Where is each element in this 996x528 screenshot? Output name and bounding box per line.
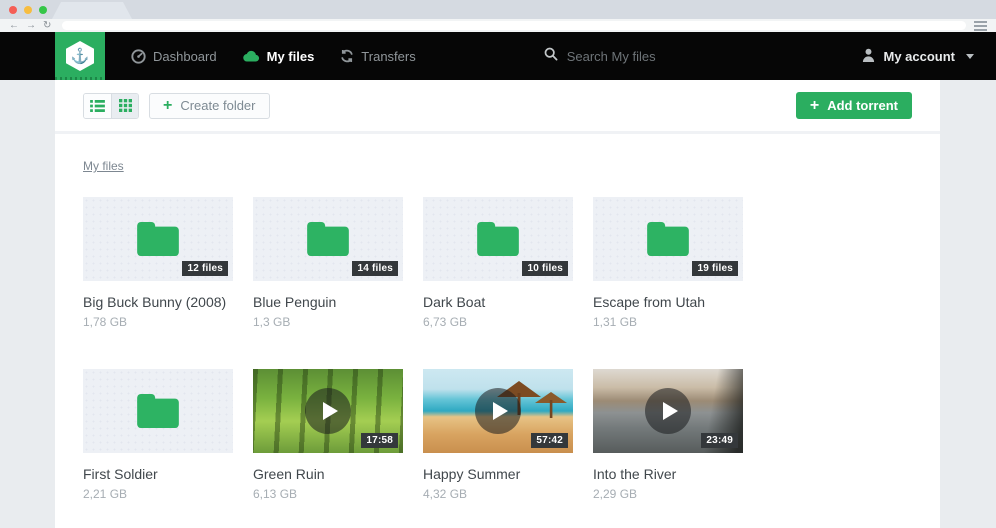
- play-icon[interactable]: [645, 388, 691, 434]
- navbar-search: [544, 47, 863, 66]
- file-card[interactable]: 57:42 Happy Summer 4,32 GB: [423, 369, 573, 501]
- file-card[interactable]: 17:58 Green Ruin 6,13 GB: [253, 369, 403, 501]
- files-toolbar: + Create folder + Add torrent: [55, 80, 940, 134]
- nav-item-label: My files: [267, 49, 315, 64]
- file-name: Big Buck Bunny (2008): [83, 294, 233, 310]
- folder-icon: [645, 221, 691, 257]
- file-card[interactable]: 23:49 Into the River 2,29 GB: [593, 369, 743, 501]
- add-torrent-button[interactable]: + Add torrent: [796, 92, 912, 119]
- file-size: 2,29 GB: [593, 487, 743, 501]
- nav-item-transfers[interactable]: Transfers: [340, 49, 415, 64]
- duration-badge: 17:58: [361, 433, 398, 448]
- plus-icon: +: [810, 98, 819, 114]
- nav-item-dashboard[interactable]: Dashboard: [131, 49, 217, 64]
- browser-tab[interactable]: [52, 2, 132, 19]
- browser-tabbar: [0, 0, 996, 19]
- view-toggle-group: [83, 93, 139, 119]
- app-navbar: ⚓ Dashboard My files Transfers My accoun…: [0, 32, 996, 80]
- minimize-window-button[interactable]: [24, 6, 32, 14]
- brand-logo[interactable]: ⚓: [55, 32, 105, 80]
- folder-icon: [135, 221, 181, 257]
- play-icon[interactable]: [475, 388, 521, 434]
- file-size: 6,13 GB: [253, 487, 403, 501]
- file-size: 1,3 GB: [253, 315, 403, 329]
- search-input[interactable]: [567, 49, 787, 64]
- list-view-icon: [90, 100, 105, 112]
- file-size: 1,31 GB: [593, 315, 743, 329]
- file-size: 6,73 GB: [423, 315, 573, 329]
- file-thumbnail[interactable]: 14 files: [253, 197, 403, 281]
- create-folder-button[interactable]: + Create folder: [149, 93, 270, 119]
- file-count-badge: 14 files: [352, 261, 398, 276]
- nav-item-my-files[interactable]: My files: [243, 49, 315, 64]
- video-thumbnail[interactable]: 23:49: [593, 369, 743, 453]
- file-thumbnail[interactable]: 10 files: [423, 197, 573, 281]
- video-thumbnail[interactable]: 17:58: [253, 369, 403, 453]
- list-view-button[interactable]: [84, 94, 111, 118]
- close-window-button[interactable]: [9, 6, 17, 14]
- play-icon[interactable]: [305, 388, 351, 434]
- reload-icon[interactable]: ↻: [43, 21, 51, 31]
- file-card[interactable]: 12 files Big Buck Bunny (2008) 1,78 GB: [83, 197, 233, 329]
- chevron-down-icon: [966, 54, 974, 59]
- nav-item-label: Transfers: [361, 49, 415, 64]
- file-name: Green Ruin: [253, 466, 403, 482]
- add-torrent-label: Add torrent: [827, 98, 898, 113]
- dashboard-icon: [131, 49, 146, 64]
- plus-icon: +: [163, 98, 172, 114]
- file-card[interactable]: First Soldier 2,21 GB: [83, 369, 233, 501]
- back-icon[interactable]: ←: [9, 21, 19, 31]
- file-card[interactable]: 10 files Dark Boat 6,73 GB: [423, 197, 573, 329]
- duration-badge: 23:49: [701, 433, 738, 448]
- create-folder-label: Create folder: [180, 98, 255, 113]
- cloud-icon: [243, 50, 260, 62]
- account-label: My account: [883, 49, 955, 64]
- file-name: Escape from Utah: [593, 294, 743, 310]
- file-size: 1,78 GB: [83, 315, 233, 329]
- user-icon: [862, 48, 875, 65]
- nav-item-label: Dashboard: [153, 49, 217, 64]
- grid-view-button[interactable]: [111, 94, 138, 118]
- search-icon: [544, 47, 558, 66]
- anchor-icon: ⚓: [66, 41, 94, 71]
- file-count-badge: 10 files: [522, 261, 568, 276]
- file-name: Dark Boat: [423, 294, 573, 310]
- file-name: Into the River: [593, 466, 743, 482]
- browser-toolbar: ← → ↻: [0, 19, 996, 32]
- file-name: First Soldier: [83, 466, 233, 482]
- file-thumbnail[interactable]: 19 files: [593, 197, 743, 281]
- file-grid: 12 files Big Buck Bunny (2008) 1,78 GB 1…: [55, 175, 940, 528]
- folder-icon: [475, 221, 521, 257]
- window-controls[interactable]: [9, 6, 47, 14]
- file-card[interactable]: 14 files Blue Penguin 1,3 GB: [253, 197, 403, 329]
- content-panel: + Create folder + Add torrent My files 1…: [55, 80, 940, 528]
- browser-menu-icon[interactable]: [974, 21, 987, 31]
- folder-icon: [305, 221, 351, 257]
- file-name: Blue Penguin: [253, 294, 403, 310]
- file-name: Happy Summer: [423, 466, 573, 482]
- maximize-window-button[interactable]: [39, 6, 47, 14]
- file-card[interactable]: 19 files Escape from Utah 1,31 GB: [593, 197, 743, 329]
- file-size: 4,32 GB: [423, 487, 573, 501]
- file-count-badge: 12 files: [182, 261, 228, 276]
- grid-view-icon: [119, 99, 132, 112]
- duration-badge: 57:42: [531, 433, 568, 448]
- file-thumbnail[interactable]: [83, 369, 233, 453]
- address-bar[interactable]: [62, 21, 966, 30]
- video-thumbnail[interactable]: 57:42: [423, 369, 573, 453]
- file-size: 2,21 GB: [83, 487, 233, 501]
- file-thumbnail[interactable]: 12 files: [83, 197, 233, 281]
- file-count-badge: 19 files: [692, 261, 738, 276]
- forward-icon[interactable]: →: [26, 21, 36, 31]
- account-menu[interactable]: My account: [862, 48, 974, 65]
- breadcrumb[interactable]: My files: [83, 159, 124, 173]
- folder-icon: [135, 393, 181, 429]
- transfers-icon: [340, 49, 354, 63]
- page-background: + Create folder + Add torrent My files 1…: [0, 80, 996, 528]
